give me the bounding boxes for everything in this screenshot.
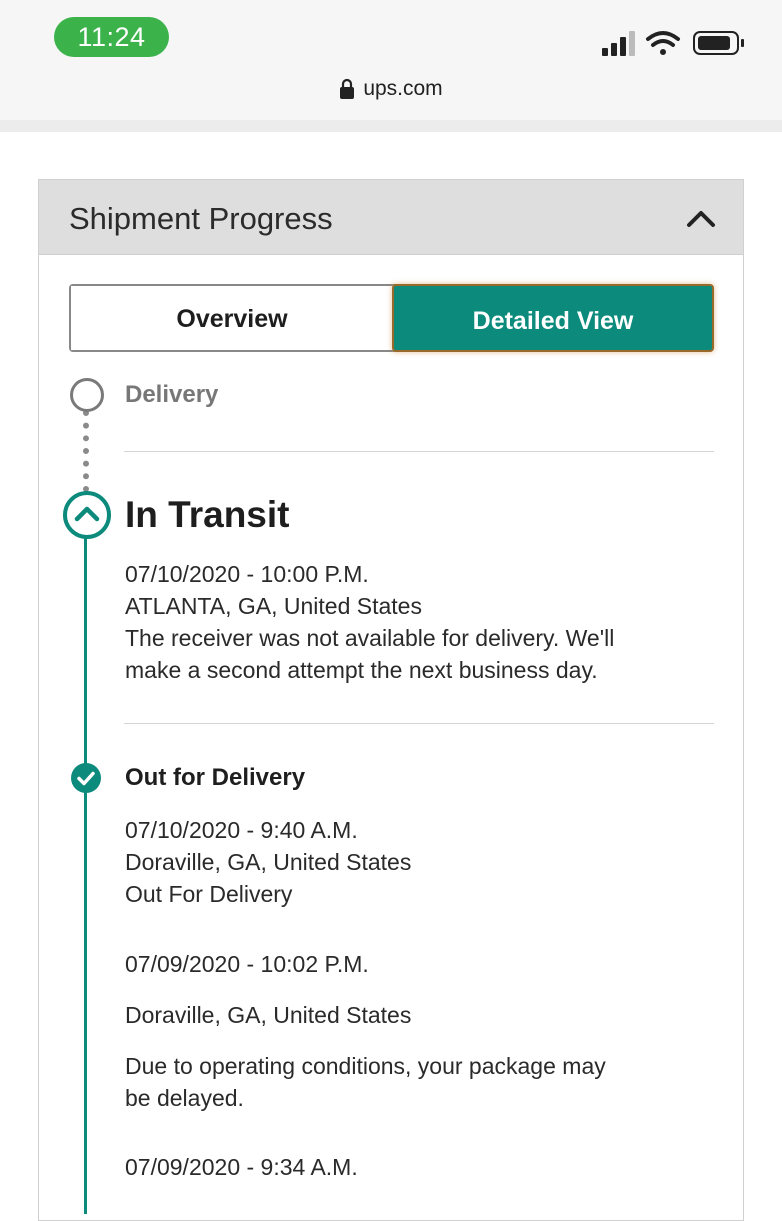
event-location: Doraville, GA, United States	[125, 849, 412, 875]
signal-icon	[602, 31, 635, 56]
event-datetime: 07/10/2020 - 9:40 A.M.	[125, 817, 358, 843]
address-bar[interactable]: ups.com	[0, 74, 782, 106]
event-description: make a second attempt the next business …	[125, 657, 598, 683]
card-title: Shipment Progress	[69, 201, 333, 236]
tab-detailed-view[interactable]: Detailed View	[392, 284, 714, 352]
status-icons	[602, 31, 744, 56]
chevron-up-icon[interactable]	[679, 200, 723, 236]
timeline-node-pending	[70, 378, 104, 412]
event-description: Out For Delivery	[125, 881, 293, 907]
status-bar: 11:24 ups.com	[0, 0, 782, 121]
event-description: be delayed.	[125, 1085, 244, 1111]
event-location: ATLANTA, GA, United States	[125, 593, 422, 619]
checkmark-icon	[77, 771, 95, 786]
event-datetime: 07/09/2020 - 9:34 A.M.	[125, 1154, 358, 1180]
tab-overview[interactable]: Overview	[71, 286, 393, 350]
url-text: ups.com	[363, 77, 443, 100]
milestone-delivery: Delivery	[125, 381, 219, 408]
status-time: 11:24	[54, 17, 169, 57]
battery-icon	[693, 31, 744, 55]
view-toggle: Overview Detailed View	[69, 284, 714, 352]
wifi-icon	[646, 31, 680, 55]
divider	[124, 723, 714, 724]
timeline-node-current[interactable]	[63, 491, 111, 539]
timeline-node-complete	[71, 763, 101, 793]
chevron-up-icon	[74, 506, 100, 522]
milestone-in-transit: In Transit	[125, 494, 290, 535]
toolbar-separator	[0, 120, 782, 132]
timeline-pending-line	[83, 410, 89, 492]
lock-icon	[340, 78, 355, 99]
event-description: Due to operating conditions, your packag…	[125, 1053, 606, 1079]
event-datetime: 07/09/2020 - 10:02 P.M.	[125, 951, 369, 977]
card-header[interactable]: Shipment Progress	[39, 180, 743, 255]
milestone-out-for-delivery: Out for Delivery	[125, 764, 306, 791]
divider	[124, 451, 714, 452]
event-location: Doraville, GA, United States	[125, 1002, 412, 1028]
timeline-line	[84, 534, 87, 1214]
event-datetime: 07/10/2020 - 10:00 P.M.	[125, 561, 369, 587]
event-description: The receiver was not available for deliv…	[125, 625, 615, 651]
